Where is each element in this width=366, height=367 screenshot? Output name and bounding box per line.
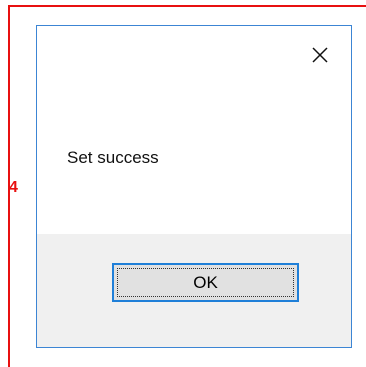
annotation-step-number: 4 xyxy=(9,179,18,196)
annotation-line-top xyxy=(9,5,366,7)
dialog-message: Set success xyxy=(67,148,159,167)
close-icon xyxy=(312,47,328,63)
close-button[interactable] xyxy=(303,38,337,72)
message-dialog: Set success OK xyxy=(36,25,352,348)
ok-button-label: OK xyxy=(193,272,218,292)
screenshot-stage: 4 Set success OK xyxy=(0,0,366,367)
dialog-footer: OK xyxy=(37,234,351,347)
ok-button[interactable]: OK xyxy=(112,263,299,302)
